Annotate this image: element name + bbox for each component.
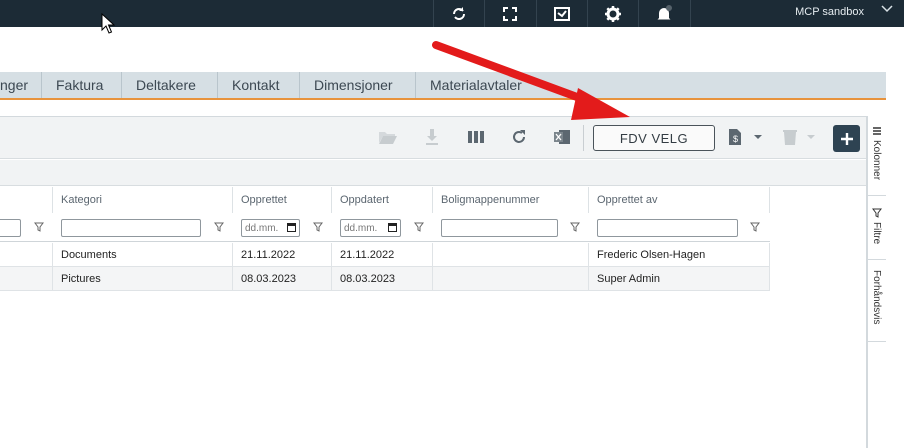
gear-icon[interactable] (587, 0, 637, 27)
table-cell-boligmappenummer (433, 243, 589, 267)
inbox-icon[interactable] (536, 0, 586, 27)
new-document-dropdown-icon[interactable]: $ (725, 126, 763, 148)
table-row[interactable]: Documents 21.11.2022 21.11.2022 Frederic… (0, 243, 770, 267)
filter-funnel-icon[interactable] (313, 222, 323, 232)
calendar-icon[interactable] (388, 223, 397, 232)
side-tab-label: Forhåndsvis (871, 270, 882, 325)
filter-input-previous[interactable] (0, 219, 21, 237)
tab-materialavtaler[interactable]: Materialavtaler (416, 72, 546, 98)
side-tab-label: Kolonner (871, 140, 882, 181)
filter-input-kategori[interactable] (61, 219, 201, 237)
side-tab-forhandsvis[interactable]: Forhåndsvis (867, 260, 886, 342)
group-by-bar (0, 160, 866, 186)
fullscreen-icon[interactable] (484, 0, 534, 27)
fdv-velg-button[interactable]: FDV VELG (593, 125, 715, 151)
filter-funnel-icon[interactable] (570, 222, 580, 232)
columns-icon[interactable] (465, 126, 487, 148)
column-header-opprettet-av[interactable]: Opprettet av (589, 187, 770, 213)
table-cell-oppdatert: 08.03.2023 (332, 267, 433, 291)
column-header-boligmappenummer[interactable]: Boligmappenummer (433, 187, 589, 213)
table-cell (0, 243, 53, 267)
filter-funnel-icon[interactable] (414, 222, 424, 232)
table-cell-boligmappenummer (433, 267, 589, 291)
chevron-down-icon[interactable] (880, 4, 894, 14)
columns-icon (872, 127, 881, 135)
table-cell-kategori: Documents (53, 243, 233, 267)
filter-input-opprettet-av[interactable] (597, 219, 738, 237)
tab-kontakt[interactable]: Kontakt (218, 72, 300, 98)
grid-toolbar: $ (0, 117, 866, 159)
table-cell-opprettet-av: Super Admin (589, 267, 770, 291)
mouse-cursor-icon (101, 13, 115, 34)
tenant-name[interactable]: MCP sandbox (690, 6, 864, 18)
refresh-icon[interactable] (508, 126, 530, 148)
table-cell (0, 267, 53, 291)
date-placeholder: dd.mm. (245, 222, 279, 234)
table-cell-opprettet: 08.03.2023 (233, 267, 332, 291)
column-header-kategori[interactable]: Kategori (53, 187, 233, 213)
filter-funnel-icon[interactable] (214, 222, 224, 232)
filter-input-boligmappenummer[interactable] (441, 219, 558, 237)
delete-dropdown-icon[interactable] (780, 126, 818, 148)
calendar-icon[interactable] (287, 223, 296, 232)
table-cell-opprettet-av: Frederic Olsen-Hagen (589, 243, 770, 267)
table-cell-kategori: Pictures (53, 267, 233, 291)
date-placeholder: dd.mm. (344, 222, 378, 234)
add-button[interactable] (833, 125, 860, 152)
app-window: MCP sandbox nger Faktura Deltakere Konta… (0, 0, 904, 448)
column-header-oppdatert[interactable]: Oppdatert (332, 187, 433, 213)
top-bar: MCP sandbox (0, 0, 904, 27)
column-header-previous[interactable] (0, 187, 53, 213)
table-cell-oppdatert: 21.11.2022 (332, 243, 433, 267)
svg-text:$: $ (733, 134, 738, 144)
side-tab-filtre[interactable]: Filtre (867, 196, 886, 260)
filter-date-oppdatert[interactable]: dd.mm. (340, 219, 401, 237)
filter-funnel-icon[interactable] (750, 222, 760, 232)
column-header-opprettet[interactable]: Opprettet (233, 187, 332, 213)
side-tab-kolonner[interactable]: Kolonner (867, 116, 886, 196)
open-folder-icon[interactable] (377, 126, 399, 148)
excel-export-icon[interactable] (551, 126, 573, 148)
plus-icon (840, 132, 853, 145)
tab-faktura[interactable]: Faktura (42, 72, 122, 98)
tab-deltakere[interactable]: Deltakere (122, 72, 218, 98)
filter-funnel-icon[interactable] (34, 222, 44, 232)
filter-date-opprettet[interactable]: dd.mm. (241, 219, 300, 237)
tab-dimensjoner[interactable]: Dimensjoner (300, 72, 416, 98)
toolbar-divider (583, 125, 584, 151)
tab-previous[interactable]: nger (0, 72, 42, 98)
table-row[interactable]: Pictures 08.03.2023 08.03.2023 Super Adm… (0, 267, 770, 291)
bell-icon[interactable] (638, 0, 688, 27)
table-cell-opprettet: 21.11.2022 (233, 243, 332, 267)
filter-funnel-icon (871, 208, 882, 218)
side-tab-label: Filtre (871, 222, 882, 245)
sync-icon[interactable] (433, 0, 483, 27)
download-icon[interactable] (421, 126, 443, 148)
tab-bar: nger Faktura Deltakere Kontakt Dimensjon… (0, 72, 886, 100)
